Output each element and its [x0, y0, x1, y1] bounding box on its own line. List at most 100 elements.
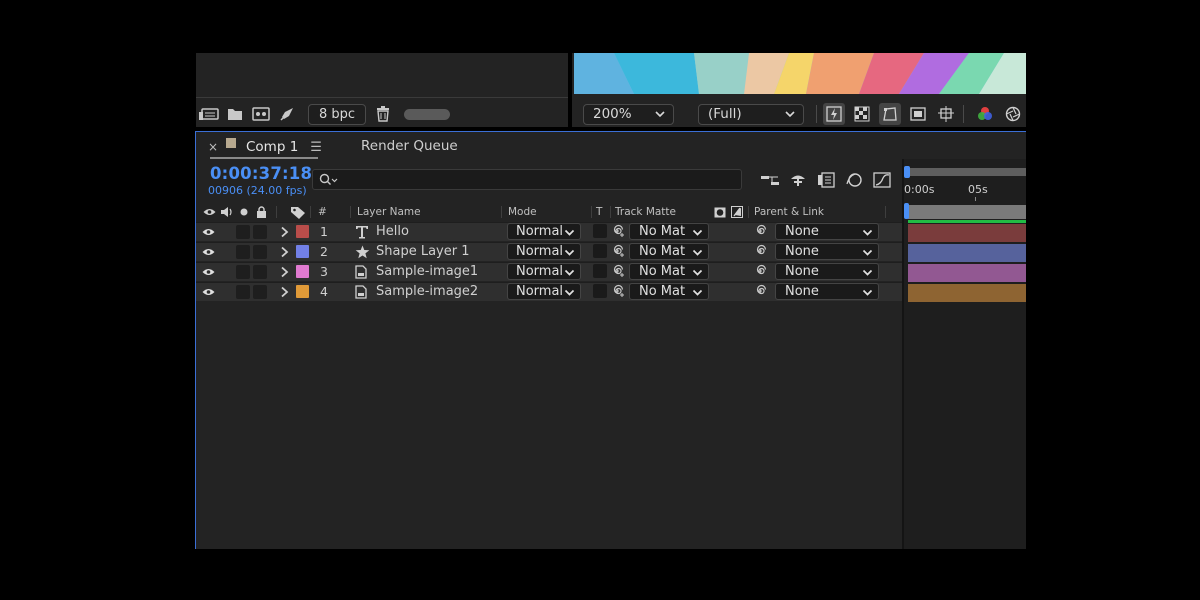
parent-dropdown[interactable]: None — [775, 223, 879, 240]
shy-layers-icon[interactable] — [784, 172, 812, 188]
track-matte-pickwhip-icon[interactable] — [611, 284, 625, 302]
parent-dropdown[interactable]: None — [775, 263, 879, 280]
toolbar-divider — [963, 105, 964, 123]
layer-number: 2 — [320, 244, 328, 259]
color-channels-icon[interactable] — [974, 103, 996, 125]
label-tag-header-icon[interactable] — [290, 206, 306, 219]
lock-toggle[interactable] — [253, 285, 267, 299]
column-header-t: T — [596, 206, 603, 218]
layer-row[interactable]: 2 Shape Layer 1 Normal No Mat None — [196, 242, 904, 261]
layer-number: 3 — [320, 264, 328, 279]
blend-mode-dropdown[interactable]: Normal — [507, 223, 581, 240]
layer-name[interactable]: Sample-image1 — [376, 264, 478, 279]
audio-header-icon[interactable] — [220, 206, 234, 218]
video-visibility-header-icon[interactable] — [203, 207, 216, 217]
visibility-eye-icon[interactable] — [202, 286, 215, 301]
exposure-icon[interactable] — [1002, 103, 1024, 125]
layer-row[interactable]: 3 Sample-image1 Normal No Mat None — [196, 262, 904, 281]
region-of-interest-icon[interactable] — [907, 103, 929, 125]
interpret-footage-icon[interactable] — [196, 101, 222, 127]
audio-toggle[interactable] — [236, 225, 250, 239]
parent-pickwhip-icon[interactable] — [753, 224, 767, 242]
visibility-eye-icon[interactable] — [202, 246, 215, 261]
transparency-grid-icon[interactable] — [851, 103, 873, 125]
solo-header-icon[interactable] — [240, 208, 248, 216]
new-composition-icon[interactable] — [248, 101, 274, 127]
graph-editor-icon[interactable] — [868, 172, 896, 188]
current-time-display[interactable]: 0:00:37:18 — [210, 164, 312, 183]
blend-mode-dropdown[interactable]: Normal — [507, 283, 581, 300]
layer-duration-bar[interactable] — [908, 264, 1026, 282]
composition-mini-flowchart-icon[interactable] — [756, 172, 784, 188]
track-matte-dropdown[interactable]: No Mat — [629, 283, 709, 300]
layer-search-input[interactable] — [312, 169, 742, 190]
preserve-transparency-toggle[interactable] — [593, 284, 607, 298]
mask-path-icon[interactable] — [879, 103, 901, 125]
time-navigator-handle[interactable] — [904, 166, 910, 178]
preserve-transparency-toggle[interactable] — [593, 264, 607, 278]
column-header-layer-name[interactable]: Layer Name — [357, 206, 421, 218]
resolution-dropdown[interactable]: (Full) — [698, 103, 804, 125]
lock-toggle[interactable] — [253, 265, 267, 279]
fast-preview-icon[interactable] — [823, 103, 845, 125]
label-color-chip[interactable] — [296, 225, 309, 238]
magnification-dropdown[interactable]: 200% — [583, 103, 674, 125]
blend-mode-dropdown[interactable]: Normal — [507, 263, 581, 280]
close-tab-icon[interactable]: × — [208, 140, 222, 154]
preserve-transparency-toggle[interactable] — [593, 224, 607, 238]
panel-menu-icon[interactable]: ☰ — [310, 140, 322, 155]
flowchart-slider[interactable] — [404, 108, 450, 120]
lock-toggle[interactable] — [253, 225, 267, 239]
time-graph[interactable]: 0:00s 05s — [902, 159, 1026, 549]
track-matte-pickwhip-icon[interactable] — [611, 224, 625, 242]
parent-dropdown[interactable]: None — [775, 283, 879, 300]
motion-blur-icon[interactable] — [840, 172, 868, 188]
new-folder-icon[interactable] — [222, 101, 248, 127]
expand-chevron-icon[interactable] — [280, 266, 289, 282]
label-color-chip[interactable] — [296, 245, 309, 258]
layer-duration-bar[interactable] — [908, 224, 1026, 242]
guides-icon[interactable] — [935, 103, 957, 125]
tab-render-queue[interactable]: Render Queue — [361, 138, 458, 154]
visibility-eye-icon[interactable] — [202, 266, 215, 281]
cached-frames-bar — [908, 220, 1026, 223]
tab-comp-1[interactable]: × Comp 1 ☰ — [208, 136, 322, 158]
layer-row[interactable]: 4 Sample-image2 Normal No Mat None — [196, 282, 904, 301]
expand-chevron-icon[interactable] — [280, 226, 289, 242]
visibility-eye-icon[interactable] — [202, 226, 215, 241]
label-color-chip[interactable] — [296, 285, 309, 298]
layer-duration-bar[interactable] — [908, 244, 1026, 262]
layer-duration-bar[interactable] — [908, 284, 1026, 302]
parent-pickwhip-icon[interactable] — [753, 244, 767, 262]
label-color-chip[interactable] — [296, 265, 309, 278]
lock-header-icon[interactable] — [256, 206, 267, 218]
current-time-indicator[interactable] — [904, 203, 909, 219]
track-matte-dropdown[interactable]: No Mat — [629, 263, 709, 280]
track-matte-dropdown[interactable]: No Mat — [629, 223, 709, 240]
track-matte-pickwhip-icon[interactable] — [611, 264, 625, 282]
frame-blending-icon[interactable] — [812, 172, 840, 188]
parent-pickwhip-icon[interactable] — [753, 284, 767, 302]
audio-toggle[interactable] — [236, 265, 250, 279]
lock-toggle[interactable] — [253, 245, 267, 259]
layer-name[interactable]: Hello — [376, 224, 409, 239]
bit-depth-button[interactable]: 8 bpc — [308, 103, 366, 125]
parent-pickwhip-icon[interactable] — [753, 264, 767, 282]
audio-toggle[interactable] — [236, 285, 250, 299]
time-navigator-bar[interactable] — [908, 168, 1026, 176]
audio-toggle[interactable] — [236, 245, 250, 259]
work-area-bar[interactable] — [908, 205, 1026, 219]
layer-name[interactable]: Sample-image2 — [376, 284, 478, 299]
layer-row[interactable]: 1 Hello Normal No Mat None — [196, 222, 904, 241]
track-matte-dropdown[interactable]: No Mat — [629, 243, 709, 260]
layer-name[interactable]: Shape Layer 1 — [376, 244, 470, 259]
track-matte-pickwhip-icon[interactable] — [611, 244, 625, 262]
parent-dropdown[interactable]: None — [775, 243, 879, 260]
expand-chevron-icon[interactable] — [280, 286, 289, 302]
render-rocket-icon[interactable] — [274, 101, 300, 127]
trash-icon[interactable] — [370, 101, 396, 127]
preserve-transparency-toggle[interactable] — [593, 244, 607, 258]
expand-chevron-icon[interactable] — [280, 246, 289, 262]
blend-mode-dropdown[interactable]: Normal — [507, 243, 581, 260]
column-header-track-matte: Track Matte — [615, 206, 677, 218]
